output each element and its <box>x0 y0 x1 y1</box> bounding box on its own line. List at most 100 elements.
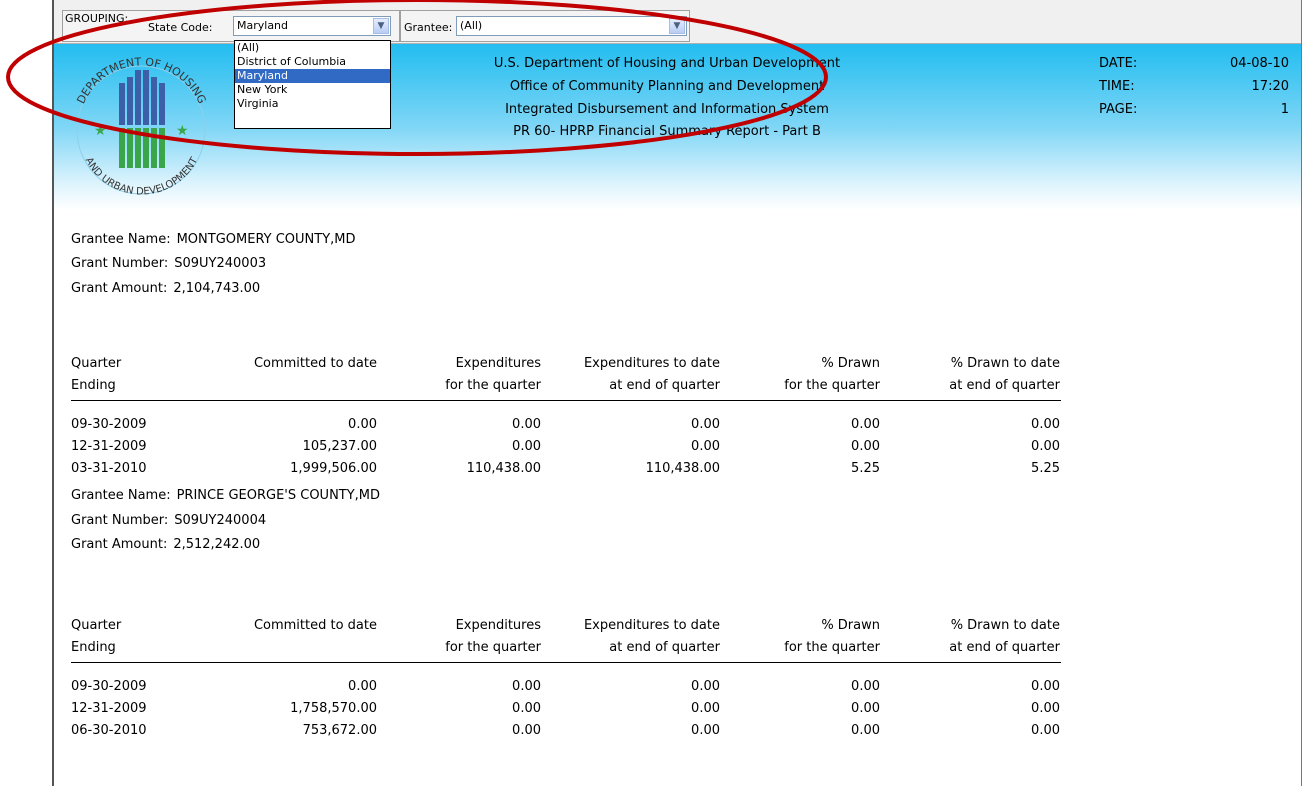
col-drawn-to-date-sub: at end of quarter <box>949 378 1060 393</box>
grantee-2-name: Grantee Name: PRINCE GEORGE'S COUNTY,MD <box>71 488 381 503</box>
col-drawn-sub: for the quarter <box>784 378 880 393</box>
state-option[interactable]: New York <box>235 83 390 97</box>
cell-quarter-ending: 03-31-2010 <box>71 461 147 476</box>
hud-seal-logo: DEPARTMENT OF HOUSING AND URBAN DEVELOPM… <box>74 55 208 198</box>
cell-drawn-to-date: 5.25 <box>1031 461 1060 476</box>
state-code-options[interactable]: (All) District of Columbia Maryland New … <box>234 40 391 129</box>
cell-drawn-quarter: 0.00 <box>851 417 880 432</box>
cell-quarter-ending: 09-30-2009 <box>71 417 147 432</box>
state-option-selected[interactable]: Maryland <box>235 69 390 83</box>
grantee-select[interactable]: (All) ▼ <box>456 16 687 36</box>
state-code-label: State Code: <box>148 21 213 34</box>
star-icon: ★ <box>176 123 189 139</box>
cell-quarter-ending: 09-30-2009 <box>71 679 147 694</box>
col-expenditures: Expenditures <box>455 356 541 371</box>
col-expenditures-sub: for the quarter <box>445 640 541 655</box>
seal-bottom-text: AND URBAN DEVELOPMENT <box>83 155 201 198</box>
col-committed: Committed to date <box>253 356 377 371</box>
cell-drawn-to-date: 0.00 <box>1031 417 1060 432</box>
col-drawn: % Drawn <box>821 618 880 633</box>
col-drawn: % Drawn <box>821 356 880 371</box>
cell-expenditures-to-date: 0.00 <box>691 679 720 694</box>
grantee-2-amount: Grant Amount: 2,512,242.00 <box>71 537 261 552</box>
state-option[interactable]: Virginia <box>235 97 390 111</box>
grantee-1-number: Grant Number: S09UY240003 <box>71 256 267 271</box>
cell-expenditures-to-date: 0.00 <box>691 439 720 454</box>
cell-committed-to-date: 0.00 <box>348 417 377 432</box>
grantee-1-name: Grantee Name: MONTGOMERY COUNTY,MD <box>71 232 356 247</box>
cell-committed-to-date: 1,999,506.00 <box>290 461 377 476</box>
chevron-down-icon[interactable]: ▼ <box>373 18 389 34</box>
col-committed: Committed to date <box>253 618 377 633</box>
cell-expenditures-to-date: 0.00 <box>691 701 720 716</box>
col-quarter-sub: Ending <box>71 640 116 655</box>
cell-committed-to-date: 0.00 <box>348 679 377 694</box>
col-exp-to-date: Expenditures to date <box>583 618 720 633</box>
grantee-label: Grantee: <box>404 21 453 34</box>
cell-committed-to-date: 105,237.00 <box>302 439 377 454</box>
col-quarter-sub: Ending <box>71 378 116 393</box>
col-expenditures-sub: for the quarter <box>445 378 541 393</box>
cell-expenditures-to-date: 0.00 <box>691 723 720 738</box>
cell-quarter-ending: 06-30-2010 <box>71 723 147 738</box>
chevron-down-icon[interactable]: ▼ <box>669 18 685 34</box>
cell-quarter-ending: 12-31-2009 <box>71 701 147 716</box>
col-exp-to-date: Expenditures to date <box>583 356 720 371</box>
cell-expenditures-quarter: 0.00 <box>512 701 541 716</box>
time-label: TIME: <box>1099 79 1135 94</box>
grantee-2-number: Grant Number: S09UY240004 <box>71 513 267 528</box>
col-drawn-sub: for the quarter <box>784 640 880 655</box>
cell-committed-to-date: 753,672.00 <box>302 723 377 738</box>
grouping-label: GROUPING: <box>65 12 129 25</box>
cell-drawn-to-date: 0.00 <box>1031 679 1060 694</box>
cell-drawn-quarter: 0.00 <box>851 723 880 738</box>
cell-expenditures-to-date: 0.00 <box>691 417 720 432</box>
cell-expenditures-quarter: 0.00 <box>512 439 541 454</box>
cell-expenditures-quarter: 0.00 <box>512 679 541 694</box>
state-code-value: Maryland <box>237 19 289 32</box>
page-value: 1 <box>1280 102 1289 117</box>
header-line-2: Office of Community Planning and Develop… <box>509 79 825 94</box>
header-rule <box>71 400 1061 401</box>
cell-drawn-to-date: 0.00 <box>1031 439 1060 454</box>
col-expenditures: Expenditures <box>455 618 541 633</box>
svg-text:AND URBAN DEVELOPMENT: AND URBAN DEVELOPMENT <box>83 155 201 198</box>
grantee-value: (All) <box>460 19 483 32</box>
col-exp-to-date-sub: at end of quarter <box>609 640 720 655</box>
col-drawn-to-date: % Drawn to date <box>950 618 1060 633</box>
svg-text:DEPARTMENT OF HOUSING: DEPARTMENT OF HOUSING <box>74 55 208 105</box>
header-line-1: U.S. Department of Housing and Urban Dev… <box>493 56 841 71</box>
building-icon <box>119 70 165 168</box>
cell-expenditures-to-date: 110,438.00 <box>645 461 720 476</box>
cell-drawn-to-date: 0.00 <box>1031 723 1060 738</box>
cell-drawn-quarter: 5.25 <box>851 461 880 476</box>
state-option[interactable]: District of Columbia <box>235 55 390 69</box>
cell-drawn-quarter: 0.00 <box>851 439 880 454</box>
cell-quarter-ending: 12-31-2009 <box>71 439 147 454</box>
cell-committed-to-date: 1,758,570.00 <box>290 701 377 716</box>
time-value: 17:20 <box>1251 79 1289 94</box>
col-exp-to-date-sub: at end of quarter <box>609 378 720 393</box>
col-quarter: Quarter <box>71 618 122 633</box>
grouping-toolbar: GROUPING: State Code: Maryland ▼ Grantee… <box>54 0 1301 44</box>
col-quarter: Quarter <box>71 356 122 371</box>
header-rule <box>71 662 1061 663</box>
page-label: PAGE: <box>1099 102 1138 117</box>
header-line-3: Integrated Disbursement and Information … <box>505 102 829 117</box>
col-drawn-to-date-sub: at end of quarter <box>949 640 1060 655</box>
report-frame: GROUPING: State Code: Maryland ▼ Grantee… <box>52 0 1302 786</box>
state-option[interactable]: (All) <box>235 41 390 55</box>
seal-top-text: DEPARTMENT OF HOUSING <box>74 55 208 105</box>
cell-expenditures-quarter: 0.00 <box>512 723 541 738</box>
header-line-4: PR 60- HPRP Financial Summary Report - P… <box>513 124 821 139</box>
col-drawn-to-date: % Drawn to date <box>950 356 1060 371</box>
cell-expenditures-quarter: 110,438.00 <box>466 461 541 476</box>
cell-expenditures-quarter: 0.00 <box>512 417 541 432</box>
state-code-select[interactable]: Maryland ▼ <box>233 16 391 36</box>
cell-drawn-quarter: 0.00 <box>851 701 880 716</box>
grantee-1-amount: Grant Amount: 2,104,743.00 <box>71 281 261 296</box>
date-value: 04-08-10 <box>1229 56 1289 71</box>
star-icon: ★ <box>94 123 107 139</box>
cell-drawn-quarter: 0.00 <box>851 679 880 694</box>
date-label: DATE: <box>1099 56 1138 71</box>
